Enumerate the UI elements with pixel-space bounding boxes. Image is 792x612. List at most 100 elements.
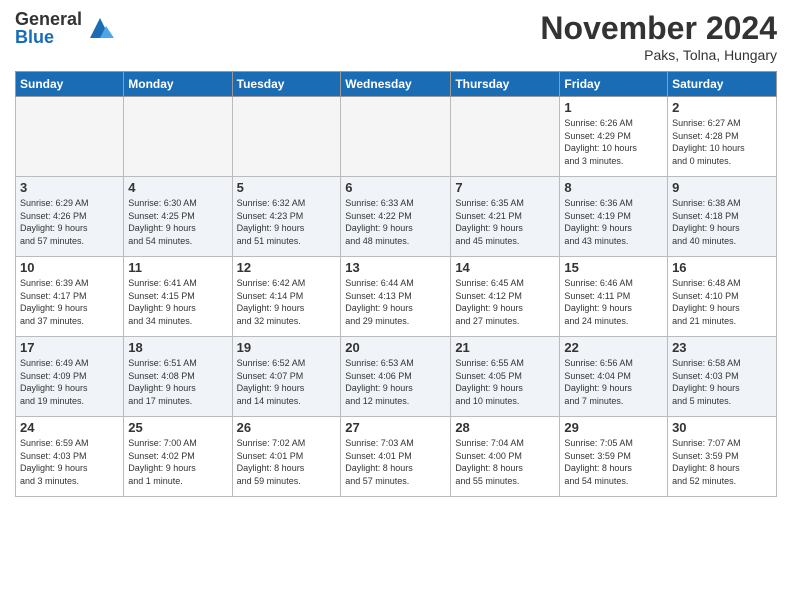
day-number: 29 (564, 420, 663, 435)
table-row: 2 Sunrise: 6:27 AM Sunset: 4:28 PM Daylig… (668, 97, 777, 177)
day-number: 18 (128, 340, 227, 355)
table-row: 27Sunrise: 7:03 AM Sunset: 4:01 PM Dayli… (341, 417, 451, 497)
logo-general: General (15, 10, 82, 28)
day-number: 20 (345, 340, 446, 355)
day-number: 10 (20, 260, 119, 275)
calendar-week-1: 1Sunrise: 6:26 AM Sunset: 4:29 PM Daylig… (16, 97, 777, 177)
day-number: 17 (20, 340, 119, 355)
table-row: 6Sunrise: 6:33 AM Sunset: 4:22 PM Daylig… (341, 177, 451, 257)
table-row (232, 97, 341, 177)
table-row: 10 Sunrise: 6:39 AM Sunset: 4:17 PM Dayli… (16, 257, 124, 337)
header-saturday: Saturday (668, 72, 777, 97)
day-number: 19 (237, 340, 337, 355)
day-info: Sunrise: 6:56 AM Sunset: 4:04 PM Dayligh… (564, 357, 663, 407)
day-info: Sunrise: 6:30 AM Sunset: 4:25 PM Dayligh… (128, 197, 227, 247)
day-number: 24 (20, 420, 119, 435)
day-number: 26 (237, 420, 337, 435)
day-info: Sunrise: 6:55 AM Sunset: 4:05 PM Dayligh… (455, 357, 555, 407)
day-number: 11 (128, 260, 227, 275)
day-info: Sunrise: 6:46 AM Sunset: 4:11 PM Dayligh… (564, 277, 663, 327)
table-row: 29 Sunrise: 7:05 AM Sunset: 3:59 PM Dayli… (560, 417, 668, 497)
logo: General Blue (15, 10, 114, 46)
day-info: Sunrise: 6:41 AM Sunset: 4:15 PM Dayligh… (128, 277, 227, 327)
day-number: 28 (455, 420, 555, 435)
table-row: 4 Sunrise: 6:30 AM Sunset: 4:25 PM Daylig… (124, 177, 232, 257)
table-row: 30 Sunrise: 7:07 AM Sunset: 3:59 PM Dayli… (668, 417, 777, 497)
table-row: 7 Sunrise: 6:35 AM Sunset: 4:21 PM Daylig… (451, 177, 560, 257)
day-info: Sunrise: 6:39 AM Sunset: 4:17 PM Dayligh… (20, 277, 119, 327)
day-number: 3 (20, 180, 119, 195)
day-number: 14 (455, 260, 555, 275)
day-number: 8 (564, 180, 663, 195)
day-info: Sunrise: 6:49 AM Sunset: 4:09 PM Dayligh… (20, 357, 119, 407)
day-info: Sunrise: 6:32 AM Sunset: 4:23 PM Dayligh… (237, 197, 337, 247)
header-monday: Monday (124, 72, 232, 97)
table-row: 19 Sunrise: 6:52 AM Sunset: 4:07 PM Dayli… (232, 337, 341, 417)
day-info: Sunrise: 6:38 AM Sunset: 4:18 PM Dayligh… (672, 197, 772, 247)
day-number: 12 (237, 260, 337, 275)
month-title: November 2024 (540, 10, 777, 47)
header-friday: Friday (560, 72, 668, 97)
weekday-header-row: Sunday Monday Tuesday Wednesday Thursday… (16, 72, 777, 97)
day-number: 2 (672, 100, 772, 115)
table-row: 15Sunrise: 6:46 AM Sunset: 4:11 PM Dayli… (560, 257, 668, 337)
table-row: 20 Sunrise: 6:53 AM Sunset: 4:06 PM Dayli… (341, 337, 451, 417)
calendar-week-2: 3 Sunrise: 6:29 AM Sunset: 4:26 PM Daylig… (16, 177, 777, 257)
day-info: Sunrise: 6:42 AM Sunset: 4:14 PM Dayligh… (237, 277, 337, 327)
day-info: Sunrise: 6:52 AM Sunset: 4:07 PM Dayligh… (237, 357, 337, 407)
day-info: Sunrise: 6:35 AM Sunset: 4:21 PM Dayligh… (455, 197, 555, 247)
day-number: 25 (128, 420, 227, 435)
day-number: 30 (672, 420, 772, 435)
table-row: 21Sunrise: 6:55 AM Sunset: 4:05 PM Dayli… (451, 337, 560, 417)
table-row (451, 97, 560, 177)
day-info: Sunrise: 6:27 AM Sunset: 4:28 PM Dayligh… (672, 117, 772, 167)
day-info: Sunrise: 6:59 AM Sunset: 4:03 PM Dayligh… (20, 437, 119, 487)
day-info: Sunrise: 6:36 AM Sunset: 4:19 PM Dayligh… (564, 197, 663, 247)
day-number: 13 (345, 260, 446, 275)
table-row: 9 Sunrise: 6:38 AM Sunset: 4:18 PM Daylig… (668, 177, 777, 257)
logo-text: General Blue (15, 10, 82, 46)
day-info: Sunrise: 6:44 AM Sunset: 4:13 PM Dayligh… (345, 277, 446, 327)
calendar-week-3: 10 Sunrise: 6:39 AM Sunset: 4:17 PM Dayli… (16, 257, 777, 337)
day-number: 9 (672, 180, 772, 195)
calendar-week-5: 24 Sunrise: 6:59 AM Sunset: 4:03 PM Dayli… (16, 417, 777, 497)
day-info: Sunrise: 7:07 AM Sunset: 3:59 PM Dayligh… (672, 437, 772, 487)
table-row: 26 Sunrise: 7:02 AM Sunset: 4:01 PM Dayli… (232, 417, 341, 497)
day-info: Sunrise: 6:45 AM Sunset: 4:12 PM Dayligh… (455, 277, 555, 327)
table-row (16, 97, 124, 177)
day-info: Sunrise: 6:33 AM Sunset: 4:22 PM Dayligh… (345, 197, 446, 247)
table-row: 23Sunrise: 6:58 AM Sunset: 4:03 PM Dayli… (668, 337, 777, 417)
day-info: Sunrise: 7:00 AM Sunset: 4:02 PM Dayligh… (128, 437, 227, 487)
day-info: Sunrise: 7:05 AM Sunset: 3:59 PM Dayligh… (564, 437, 663, 487)
day-number: 4 (128, 180, 227, 195)
day-info: Sunrise: 6:51 AM Sunset: 4:08 PM Dayligh… (128, 357, 227, 407)
header-thursday: Thursday (451, 72, 560, 97)
table-row: 14 Sunrise: 6:45 AM Sunset: 4:12 PM Dayli… (451, 257, 560, 337)
table-row: 8 Sunrise: 6:36 AM Sunset: 4:19 PM Daylig… (560, 177, 668, 257)
page-container: General Blue November 2024 Paks, Tolna, … (0, 0, 792, 612)
day-info: Sunrise: 6:29 AM Sunset: 4:26 PM Dayligh… (20, 197, 119, 247)
day-info: Sunrise: 7:03 AM Sunset: 4:01 PM Dayligh… (345, 437, 446, 487)
day-info: Sunrise: 6:53 AM Sunset: 4:06 PM Dayligh… (345, 357, 446, 407)
table-row: 5Sunrise: 6:32 AM Sunset: 4:23 PM Daylig… (232, 177, 341, 257)
day-number: 23 (672, 340, 772, 355)
day-info: Sunrise: 7:02 AM Sunset: 4:01 PM Dayligh… (237, 437, 337, 487)
header-wednesday: Wednesday (341, 72, 451, 97)
table-row: 28 Sunrise: 7:04 AM Sunset: 4:00 PM Dayli… (451, 417, 560, 497)
table-row (341, 97, 451, 177)
logo-blue: Blue (15, 28, 82, 46)
calendar-week-4: 17 Sunrise: 6:49 AM Sunset: 4:09 PM Dayli… (16, 337, 777, 417)
logo-icon (86, 14, 114, 42)
day-info: Sunrise: 6:48 AM Sunset: 4:10 PM Dayligh… (672, 277, 772, 327)
header-sunday: Sunday (16, 72, 124, 97)
table-row: 1Sunrise: 6:26 AM Sunset: 4:29 PM Daylig… (560, 97, 668, 177)
table-row: 25 Sunrise: 7:00 AM Sunset: 4:02 PM Dayli… (124, 417, 232, 497)
table-row: 16 Sunrise: 6:48 AM Sunset: 4:10 PM Dayli… (668, 257, 777, 337)
day-number: 7 (455, 180, 555, 195)
table-row: 18 Sunrise: 6:51 AM Sunset: 4:08 PM Dayli… (124, 337, 232, 417)
title-section: November 2024 Paks, Tolna, Hungary (540, 10, 777, 63)
day-number: 22 (564, 340, 663, 355)
day-info: Sunrise: 7:04 AM Sunset: 4:00 PM Dayligh… (455, 437, 555, 487)
table-row: 13 Sunrise: 6:44 AM Sunset: 4:13 PM Dayli… (341, 257, 451, 337)
day-number: 16 (672, 260, 772, 275)
